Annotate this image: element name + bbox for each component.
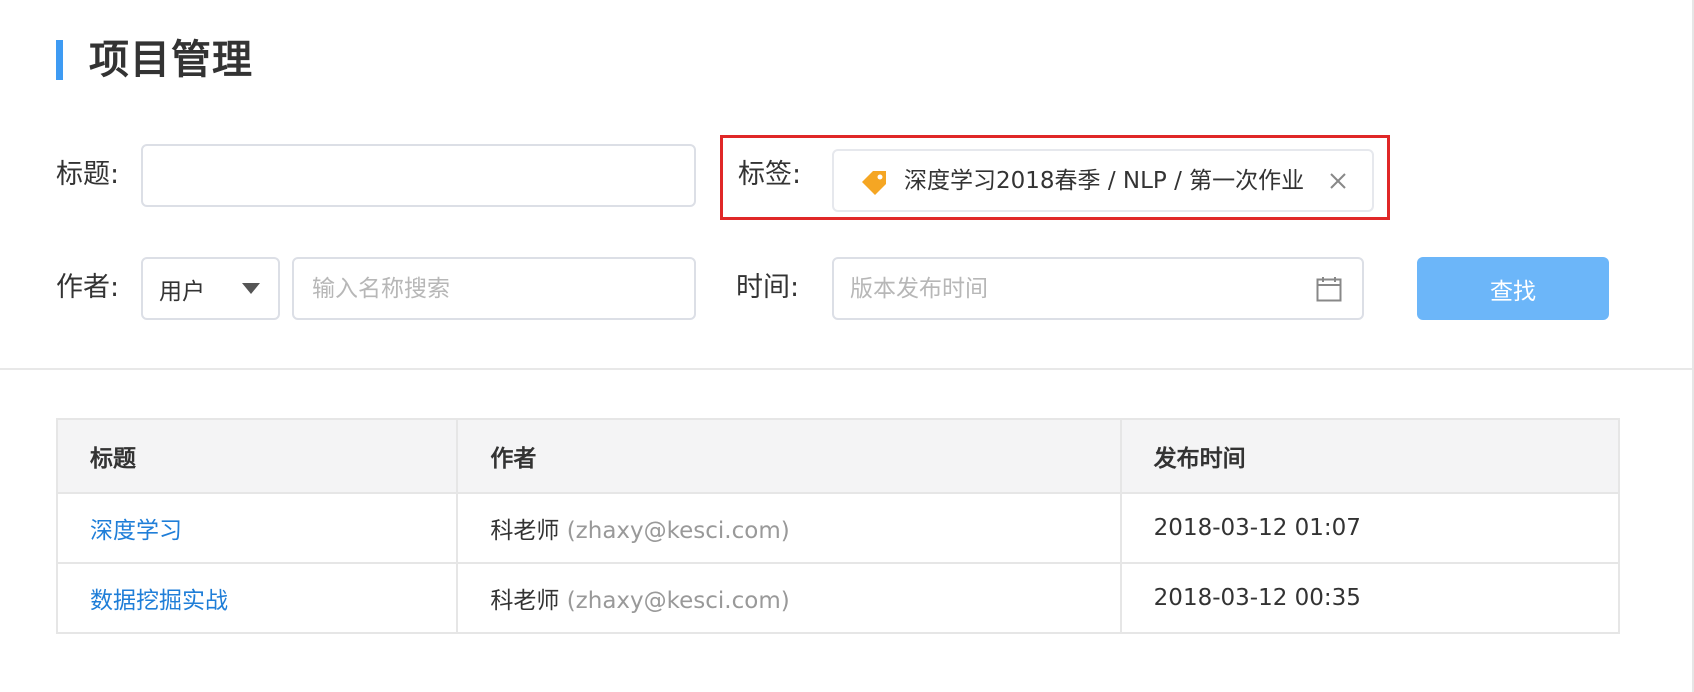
author-search-input[interactable] (292, 257, 696, 320)
project-table: 标题 作者 发布时间 深度学习 科老师 (zhaxy@kesci.com) 20… (55, 418, 1621, 634)
author-name: 科老师 (490, 518, 560, 544)
tag-icon (862, 171, 886, 195)
author-email: (zhaxy@kesci.com) (566, 588, 790, 614)
section-divider (0, 368, 1692, 370)
close-icon[interactable] (1324, 167, 1352, 195)
column-header-title[interactable]: 标题 (55, 418, 459, 494)
title-filter-label: 标题: (56, 159, 120, 190)
title-filter-input[interactable] (141, 144, 696, 207)
table-row: 数据挖掘实战 科老师 (zhaxy@kesci.com) 2018-03-12 … (55, 562, 1621, 634)
column-header-time[interactable]: 发布时间 (1119, 418, 1621, 494)
table-cell-title: 数据挖掘实战 (55, 562, 459, 634)
author-filter-label: 作者: (56, 272, 120, 303)
project-link[interactable]: 深度学习 (90, 518, 182, 544)
release-time-input[interactable] (834, 259, 1306, 318)
project-management-page: 项目管理 标题: 标签: 深度学习2018春季 / NLP / 第一次作业 作者… (0, 0, 1694, 692)
table-cell-author: 科老师 (zhaxy@kesci.com) (456, 492, 1122, 564)
release-time-picker[interactable] (832, 257, 1364, 320)
page-title: 项目管理 (89, 37, 253, 83)
table-cell-author: 科老师 (zhaxy@kesci.com) (456, 562, 1122, 634)
time-filter-label: 时间: (736, 272, 800, 303)
table-row: 深度学习 科老师 (zhaxy@kesci.com) 2018-03-12 01… (55, 492, 1621, 564)
author-email: (zhaxy@kesci.com) (566, 518, 790, 544)
table-cell-time: 2018-03-12 01:07 (1119, 492, 1621, 564)
calendar-icon[interactable] (1316, 276, 1342, 302)
project-link[interactable]: 数据挖掘实战 (90, 588, 228, 614)
column-header-author[interactable]: 作者 (456, 418, 1122, 494)
table-header-row: 标题 作者 发布时间 (55, 418, 1621, 494)
search-button[interactable]: 查找 (1417, 257, 1609, 320)
table-cell-title: 深度学习 (55, 492, 459, 564)
tag-filter-value: 深度学习2018春季 / NLP / 第一次作业 (904, 168, 1305, 194)
author-type-select[interactable]: 用户 (141, 257, 280, 320)
page-header: 项目管理 (56, 40, 253, 80)
author-name: 科老师 (490, 588, 560, 614)
tag-filter-field[interactable]: 深度学习2018春季 / NLP / 第一次作业 (832, 149, 1374, 212)
chevron-down-icon (242, 283, 260, 294)
title-accent-bar (56, 40, 63, 80)
author-type-value: 用户 (159, 278, 205, 305)
table-cell-time: 2018-03-12 00:35 (1119, 562, 1621, 634)
